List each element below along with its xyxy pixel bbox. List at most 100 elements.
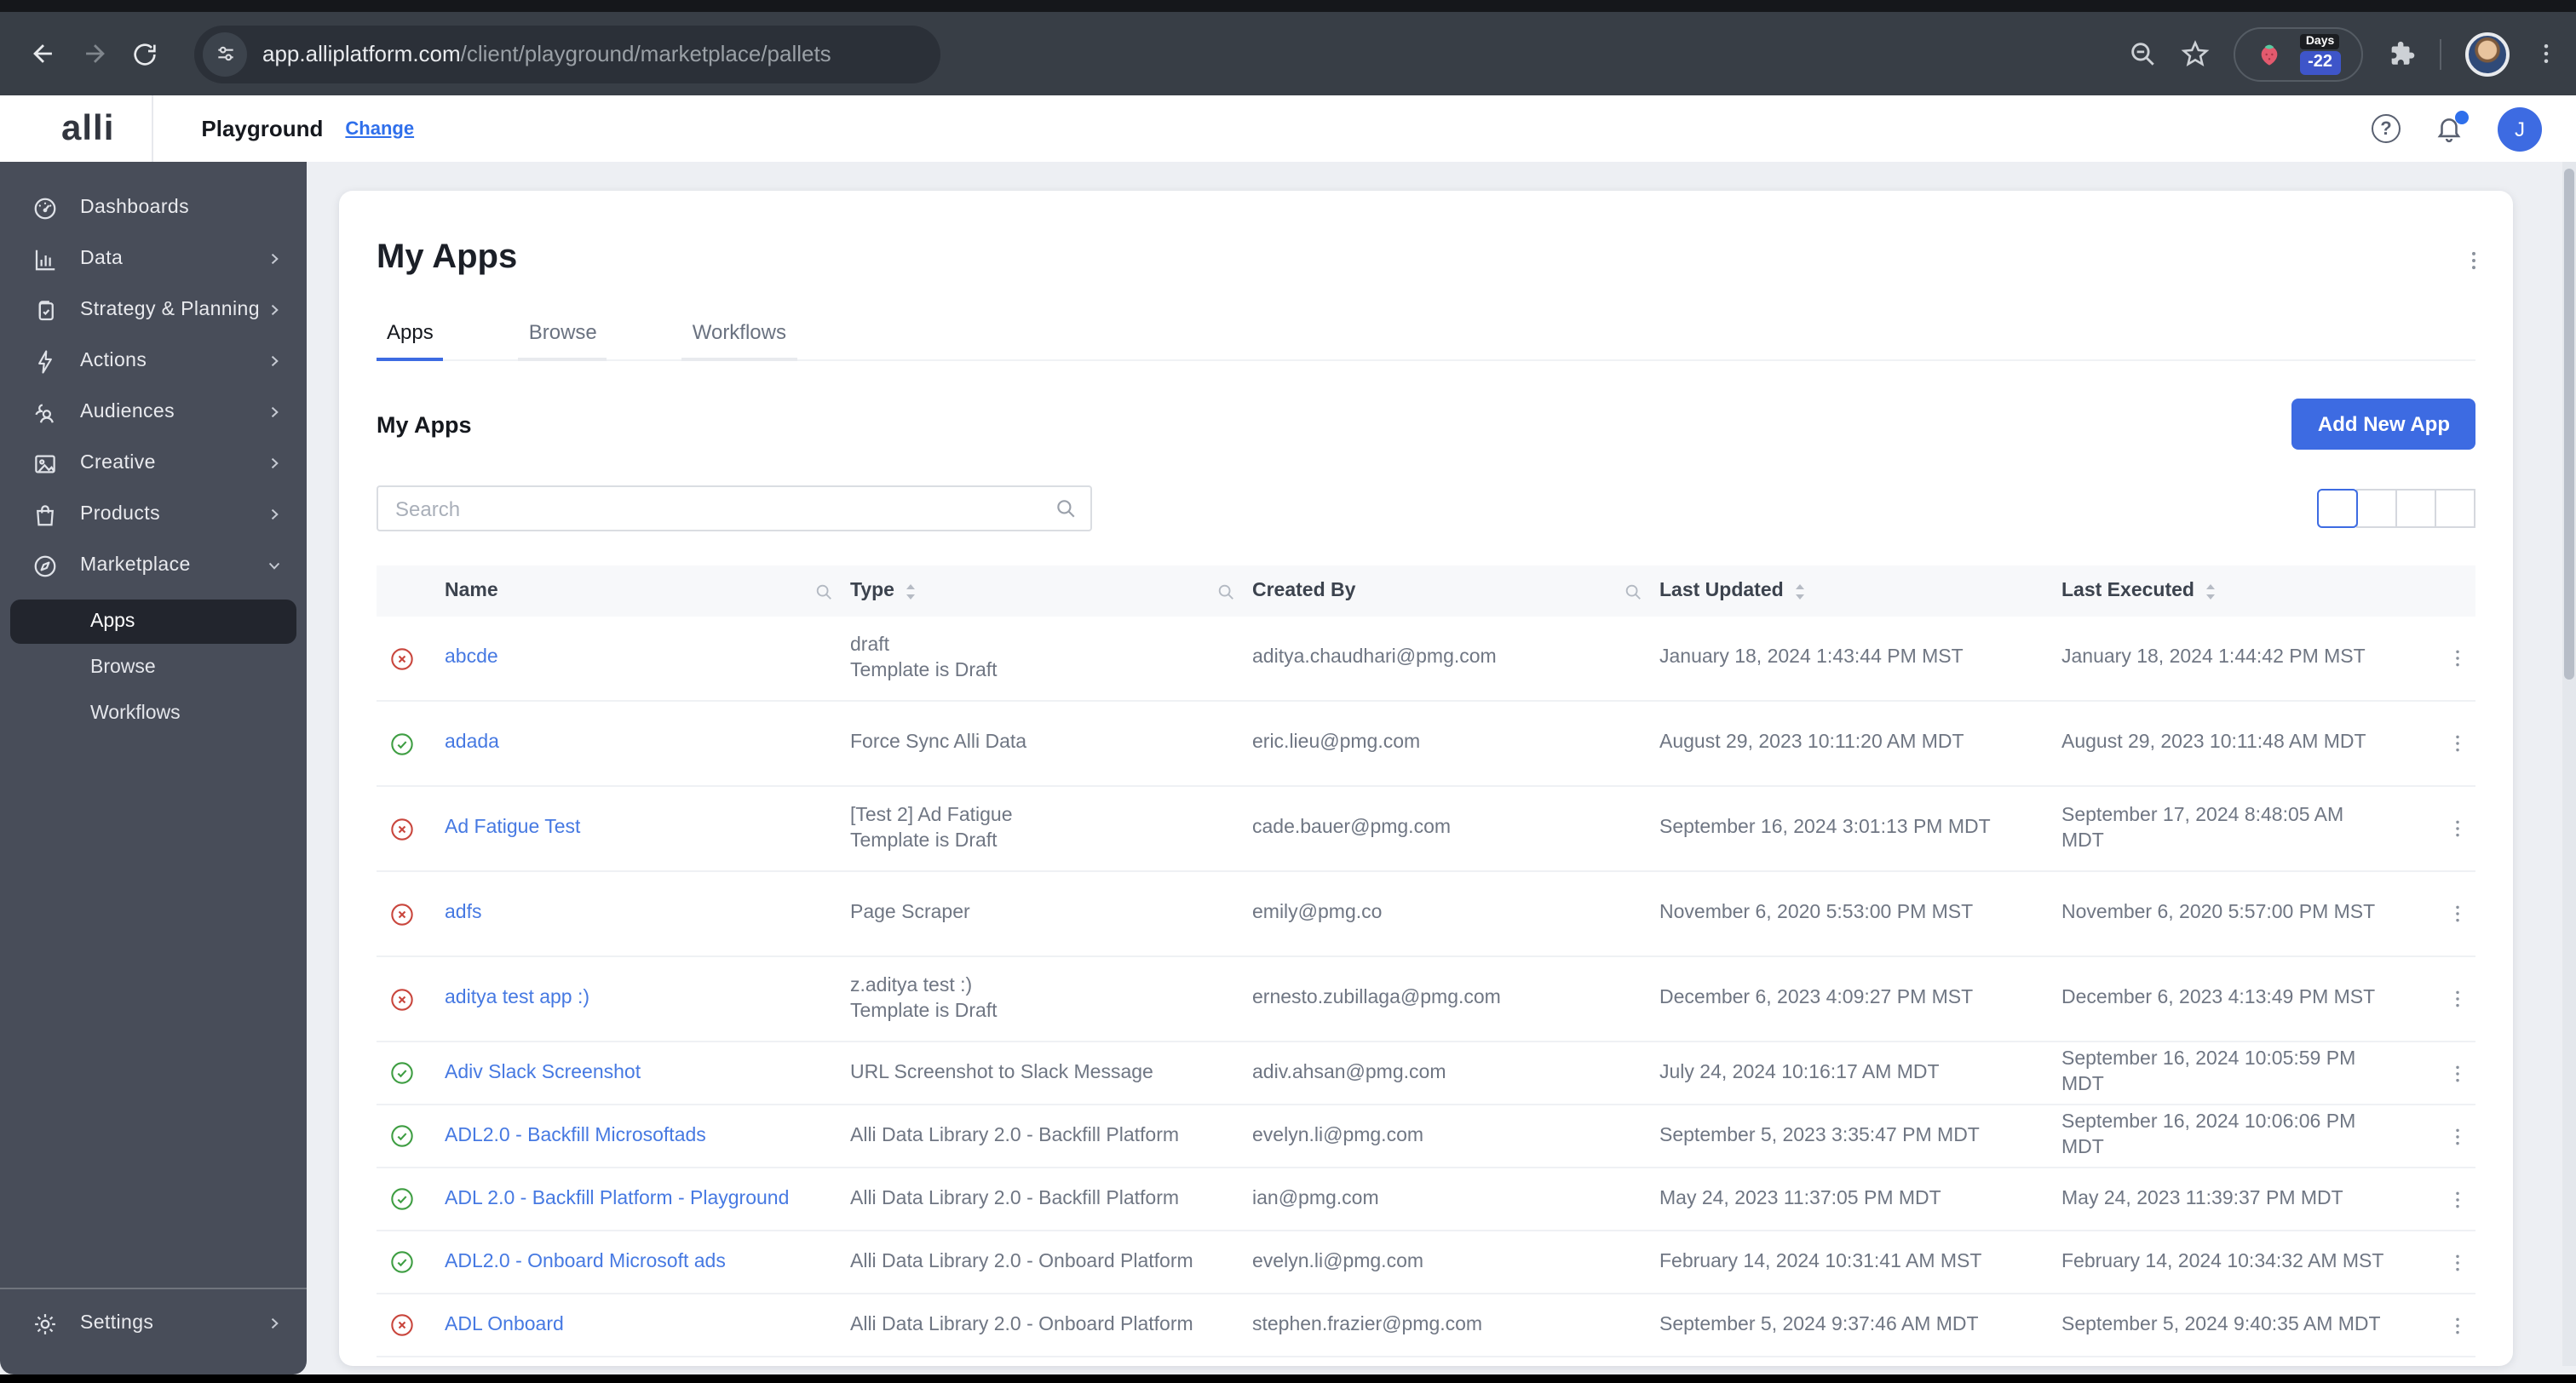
scrollbar-thumb[interactable] xyxy=(2564,169,2574,680)
sidebar-divider xyxy=(0,1288,307,1289)
last-executed: December 6, 2023 4:13:49 PM MST xyxy=(2061,988,2376,1008)
toolbar-separator xyxy=(2440,38,2441,69)
sidebar-item-settings[interactable]: Settings xyxy=(0,1293,307,1354)
row-menu-button[interactable] xyxy=(2447,732,2469,755)
sidebar-item[interactable]: Data xyxy=(0,233,307,284)
created-by: evelyn.li@pmg.com xyxy=(1252,1125,1424,1145)
sidebar-item[interactable]: Products xyxy=(0,489,307,540)
sort-icon[interactable] xyxy=(905,582,917,600)
app-name-link[interactable]: Ad Fatigue Test xyxy=(445,818,580,838)
column-last-updated[interactable]: Last Updated xyxy=(1659,581,1784,601)
sidebar-item[interactable]: Marketplace xyxy=(0,540,307,591)
browser-reload-button[interactable] xyxy=(119,28,170,79)
help-button[interactable]: ? xyxy=(2372,114,2401,143)
table-row[interactable]: ADL2.0 - Backfill Microsoftads Alli Data… xyxy=(377,1105,2475,1168)
sidebar-item[interactable]: Actions xyxy=(0,336,307,387)
row-menu-button[interactable] xyxy=(2447,903,2469,925)
add-new-app-button[interactable]: Add New App xyxy=(2291,399,2475,450)
page-scrollbar[interactable] xyxy=(2562,162,2576,1366)
sidebar-item[interactable]: Audiences xyxy=(0,387,307,438)
tab[interactable]: Browse xyxy=(518,318,607,361)
sidebar-item[interactable]: Strategy & Planning xyxy=(0,284,307,336)
browser-profile-avatar[interactable] xyxy=(2465,32,2510,76)
screen: app.alliplatform.com/client/playground/m… xyxy=(0,0,2576,1383)
status-error-icon xyxy=(390,646,414,670)
table-row[interactable]: ADL2.0 - Onboard Microsoft ads Alli Data… xyxy=(377,1231,2475,1294)
column-last-executed[interactable]: Last Executed xyxy=(2061,581,2194,601)
column-search-icon[interactable] xyxy=(1624,582,1642,600)
row-menu-button[interactable] xyxy=(2447,647,2469,669)
created-by: emily@pmg.co xyxy=(1252,903,1383,923)
browser-forward-button[interactable] xyxy=(68,28,119,79)
chevron-right-icon xyxy=(266,250,283,267)
bookmark-star-button[interactable] xyxy=(2180,39,2209,68)
address-bar[interactable]: app.alliplatform.com/client/playground/m… xyxy=(194,25,940,83)
column-type[interactable]: Type xyxy=(850,581,894,601)
sidebar-item-label: Actions xyxy=(80,351,147,371)
app-name-link[interactable]: ADL 2.0 - Backfill Platform - Playground xyxy=(445,1188,789,1208)
notifications-button[interactable] xyxy=(2435,111,2469,143)
row-menu-button[interactable] xyxy=(2447,818,2469,840)
extensions-button[interactable] xyxy=(2387,39,2416,68)
app-name-link[interactable]: abcde xyxy=(445,647,498,668)
last-executed: November 6, 2020 5:57:00 PM MST xyxy=(2061,903,2376,923)
row-menu-button[interactable] xyxy=(2447,988,2469,1010)
table-row[interactable]: aditya test app :) z.aditya test :) Temp… xyxy=(377,957,2475,1042)
table-row[interactable]: adada Force Sync Alli Data eric.lieu@pmg… xyxy=(377,702,2475,787)
table-row[interactable]: Ahmed_WhiskersandSoda_Screenshot URL Scr… xyxy=(377,1357,2475,1366)
sort-icon[interactable] xyxy=(2205,582,2217,600)
alli-logo[interactable]: alli xyxy=(61,108,114,149)
filter-chip[interactable] xyxy=(2317,489,2358,528)
row-menu-button[interactable] xyxy=(2447,1062,2469,1084)
row-menu-button[interactable] xyxy=(2447,1188,2469,1210)
zoom-out-button[interactable] xyxy=(2127,39,2156,68)
page-menu-button[interactable] xyxy=(2462,249,2486,273)
search-icon[interactable] xyxy=(1055,497,1077,519)
app-name-link[interactable]: ADL2.0 - Onboard Microsoft ads xyxy=(445,1251,726,1271)
sidebar-item[interactable]: Creative xyxy=(0,438,307,489)
column-search-icon[interactable] xyxy=(1216,582,1235,600)
app-name-link[interactable]: Adiv Slack Screenshot xyxy=(445,1062,641,1082)
shopping-bag-icon xyxy=(32,502,58,527)
sidebar-subitem[interactable]: Apps xyxy=(10,600,296,644)
status-filter-group xyxy=(2317,489,2475,528)
filter-chip[interactable] xyxy=(2435,489,2475,528)
search-input[interactable] xyxy=(392,495,1055,522)
table-row[interactable]: Ad Fatigue Test [Test 2] Ad Fatigue Temp… xyxy=(377,787,2475,872)
table-row[interactable]: ADL 2.0 - Backfill Platform - Playground… xyxy=(377,1168,2475,1231)
app-name-link[interactable]: ADL Onboard xyxy=(445,1314,564,1334)
table-row[interactable]: Adiv Slack Screenshot URL Screenshot to … xyxy=(377,1042,2475,1105)
app-name-link[interactable]: ADL2.0 - Backfill Microsoftads xyxy=(445,1125,706,1145)
app-name-link[interactable]: aditya test app :) xyxy=(445,988,589,1008)
column-created-by[interactable]: Created By xyxy=(1252,581,1355,601)
row-menu-button[interactable] xyxy=(2447,1251,2469,1273)
tab[interactable]: Workflows xyxy=(681,318,797,361)
browser-back-button[interactable] xyxy=(17,28,68,79)
sidebar-subitem[interactable]: Workflows xyxy=(10,692,296,736)
sidebar-item[interactable]: Dashboards xyxy=(0,182,307,233)
table-row[interactable]: ADL Onboard Alli Data Library 2.0 - Onbo… xyxy=(377,1294,2475,1357)
extension-pill[interactable]: Days -22 xyxy=(2233,26,2363,81)
row-menu-button[interactable] xyxy=(2447,1314,2469,1336)
tab[interactable]: Apps xyxy=(377,318,445,361)
strawberry-icon xyxy=(2260,43,2277,65)
last-updated: July 24, 2024 10:16:17 AM MDT xyxy=(1659,1062,1940,1082)
user-avatar[interactable]: J xyxy=(2498,106,2542,151)
table-row[interactable]: abcde draft Template is Draft aditya.cha… xyxy=(377,617,2475,702)
table-row[interactable]: adfs Page Scraper emily@pmg.co November … xyxy=(377,872,2475,957)
last-updated: February 14, 2024 10:31:41 AM MST xyxy=(1659,1251,1982,1271)
column-search-icon[interactable] xyxy=(814,582,833,600)
browser-menu-button[interactable] xyxy=(2533,41,2559,66)
url-path: /client/playground/marketplace/pallets xyxy=(460,41,831,66)
site-settings-button[interactable] xyxy=(203,32,247,76)
sort-icon[interactable] xyxy=(1794,582,1806,600)
column-name[interactable]: Name xyxy=(445,581,498,601)
filter-chip[interactable] xyxy=(2356,489,2397,528)
row-menu-button[interactable] xyxy=(2447,1125,2469,1147)
app-name-link[interactable]: adada xyxy=(445,732,499,753)
sidebar-subitem[interactable]: Browse xyxy=(10,646,296,690)
filter-chip[interactable] xyxy=(2395,489,2436,528)
change-workspace-link[interactable]: Change xyxy=(345,118,414,139)
app-name-link[interactable]: adfs xyxy=(445,903,482,923)
days-label: Days xyxy=(2300,33,2340,49)
